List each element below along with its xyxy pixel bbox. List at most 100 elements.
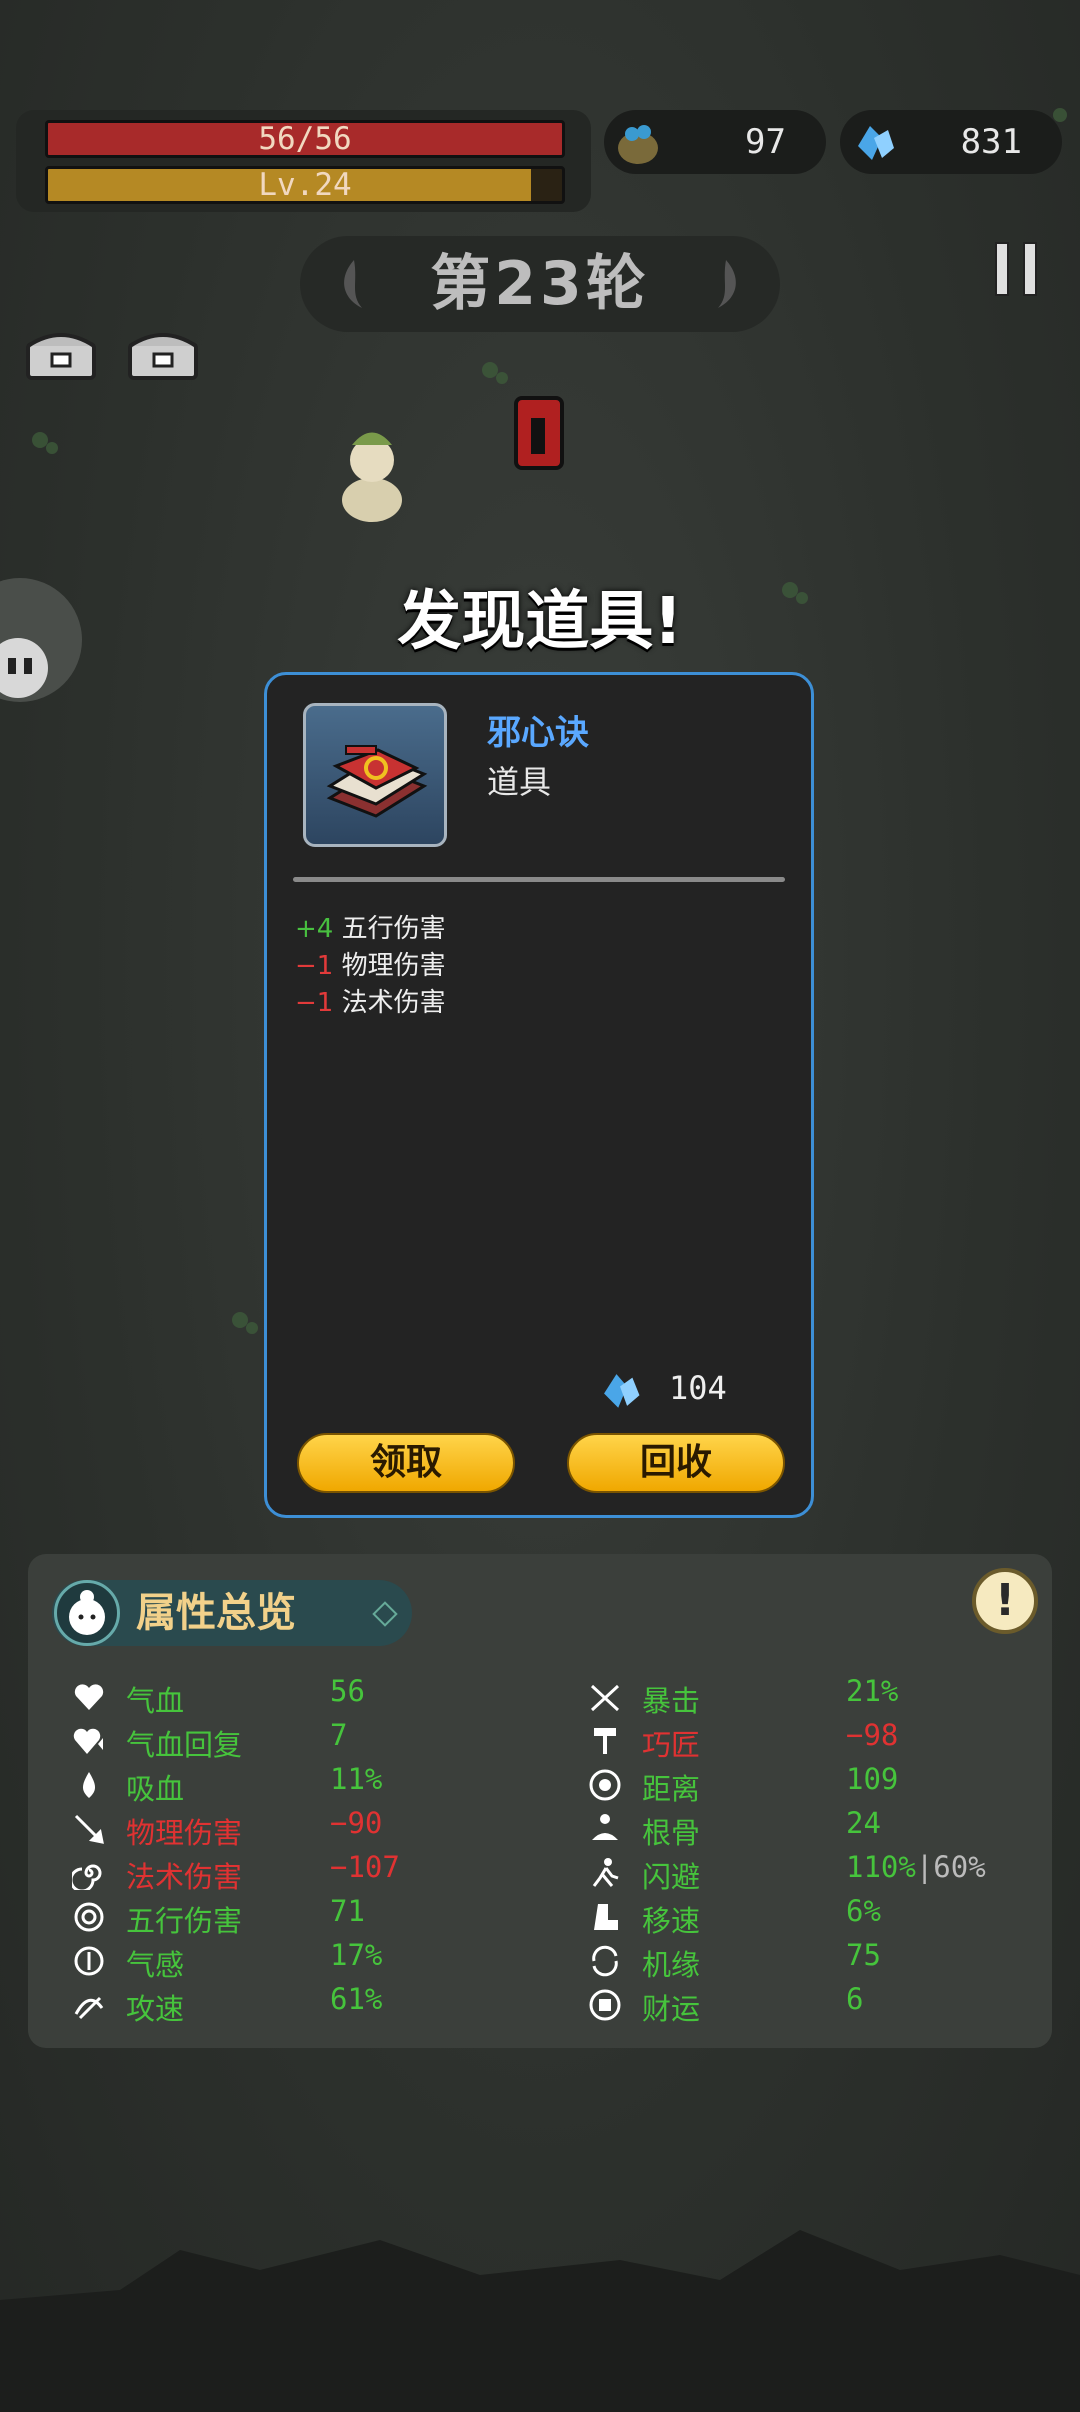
item-icon-frame <box>303 703 447 847</box>
stat-value-main: 24 <box>846 1806 881 1840</box>
stat-value: −98 <box>846 1718 898 1752</box>
claim-button[interactable]: 领取 <box>297 1433 515 1493</box>
stat-row: 根骨 24 <box>588 1806 1038 1850</box>
stat-value: 56 <box>330 1674 365 1708</box>
stat-name: 气血回复 <box>126 1728 243 1762</box>
stat-value-main: 17% <box>330 1938 383 1972</box>
stat-row: 五行伤害 71 <box>72 1894 522 1938</box>
sword-icon <box>74 1814 104 1844</box>
effect-line: +4 五行伤害 <box>295 911 446 948</box>
heart-icon <box>74 1684 104 1710</box>
level-text: Lv.24 <box>258 167 352 203</box>
stat-value: 61% <box>330 1982 382 2016</box>
item-effects: +4 五行伤害 −1 物理伤害 −1 法术伤害 <box>295 911 446 1022</box>
character-face-icon <box>69 1590 105 1635</box>
range-icon <box>589 1769 621 1801</box>
stat-name: 根骨 <box>642 1816 701 1850</box>
stat-name: 五行伤害 <box>126 1904 243 1938</box>
stat-name: 距离 <box>642 1772 701 1806</box>
stat-name: 机缘 <box>642 1948 701 1982</box>
heart-regen-icon <box>73 1728 103 1754</box>
recycle-button[interactable]: 回收 <box>567 1433 785 1493</box>
effect-label: 五行伤害 <box>341 914 446 944</box>
meditate-icon <box>592 1814 618 1840</box>
flame-ornament-left-icon <box>344 260 362 308</box>
coin-luck-icon <box>589 1989 621 2021</box>
flame-ornament-right-icon <box>718 260 736 308</box>
stat-row: 财运 6 <box>588 1982 1038 2026</box>
stat-row: 距离 109 <box>588 1762 1038 1806</box>
stat-row: 攻速 61% <box>72 1982 522 2026</box>
round-indicator: 第23轮 <box>300 236 780 332</box>
stat-value-main: 75 <box>846 1938 881 1972</box>
stat-value-main: −90 <box>330 1806 383 1840</box>
hammer-icon <box>594 1728 616 1754</box>
stat-row: 闪避 110%|60% <box>588 1850 1038 1894</box>
item-card: 邪心诀 道具 +4 五行伤害 −1 物理伤害 −1 法术伤害 104 领取 回收 <box>264 672 814 1518</box>
stat-value-main: 61% <box>330 1982 383 2016</box>
round-title: 第23轮 <box>430 249 650 319</box>
spiral-icon <box>72 1864 102 1890</box>
stat-name: 物理伤害 <box>126 1816 243 1850</box>
gem-counter: 831 <box>840 110 1062 174</box>
stat-row: 机缘 75 <box>588 1938 1038 1982</box>
stat-value: 21% <box>846 1674 898 1708</box>
boot-icon <box>594 1904 618 1930</box>
stat-value-main: 56 <box>330 1674 365 1708</box>
pause-button[interactable] <box>995 242 1037 296</box>
item-name: 邪心诀 <box>487 713 589 753</box>
modal-title: 发现道具! <box>397 585 683 659</box>
stat-value: 11% <box>330 1762 382 1796</box>
stat-name: 吸血 <box>126 1772 185 1806</box>
pause-bar-left <box>995 242 1009 296</box>
stat-row: 移速 6% <box>588 1894 1038 1938</box>
stat-value: −90 <box>330 1806 382 1840</box>
divider <box>293 877 785 882</box>
stat-name: 暴击 <box>642 1684 701 1718</box>
stat-value-secondary: |60% <box>915 1850 986 1884</box>
stat-value: 75 <box>846 1938 881 1972</box>
stat-row: 气血 56 <box>72 1674 522 1718</box>
stat-value: −107 <box>330 1850 400 1884</box>
stat-value-main: 71 <box>330 1894 365 1928</box>
stat-value-main: 110% <box>846 1850 916 1884</box>
item-type: 道具 <box>487 763 552 801</box>
fortune-cycle-icon <box>592 1945 618 1977</box>
blue-gem-icon <box>604 1374 640 1408</box>
recycle-gem-value: 104 <box>669 1369 727 1407</box>
info-button[interactable]: ! <box>972 1568 1038 1634</box>
recycle-value: 104 <box>597 1367 727 1417</box>
stat-row: 法术伤害 −107 <box>72 1850 522 1894</box>
stat-row: 吸血 11% <box>72 1762 522 1806</box>
effect-sign: −1 <box>295 951 334 981</box>
avatar <box>54 1580 120 1646</box>
blue-gem-icon <box>858 126 894 160</box>
attack-speed-icon <box>74 1996 104 2020</box>
stat-value: 24 <box>846 1806 881 1840</box>
stats-title: 属性总览 <box>136 1590 296 1636</box>
pause-bar-right <box>1023 242 1037 296</box>
stat-value-main: −107 <box>330 1850 400 1884</box>
stat-row: 物理伤害 −90 <box>72 1806 522 1850</box>
stat-value-main: 21% <box>846 1674 899 1708</box>
chest-icon[interactable] <box>24 326 98 382</box>
stat-value-main: 7 <box>330 1718 348 1752</box>
stats-header: 属性总览 <box>52 1580 412 1646</box>
stat-value-main: −98 <box>846 1718 899 1752</box>
stat-value-main: 6% <box>846 1894 881 1928</box>
enemy-marker <box>514 396 564 470</box>
stats-panel: 属性总览 ! 气血 56 气血回复 7 吸血 11% 物理伤害 −90 法术伤害 −107 五行伤害… <box>28 1554 1052 2048</box>
effect-label: 物理伤害 <box>341 951 446 981</box>
effect-line: −1 法术伤害 <box>295 985 446 1022</box>
stat-name: 气血 <box>126 1684 185 1718</box>
stat-value-main: 6 <box>846 1982 864 2016</box>
stat-value-main: 109 <box>846 1762 899 1796</box>
qi-icon <box>74 1946 104 1976</box>
stat-value: 7 <box>330 1718 347 1752</box>
stat-name: 法术伤害 <box>126 1860 243 1894</box>
chest-icon[interactable] <box>126 326 200 382</box>
effect-sign: −1 <box>295 988 334 1018</box>
stat-name: 巧匠 <box>642 1728 701 1762</box>
dodge-icon <box>592 1858 619 1887</box>
book-item-icon <box>326 745 428 818</box>
